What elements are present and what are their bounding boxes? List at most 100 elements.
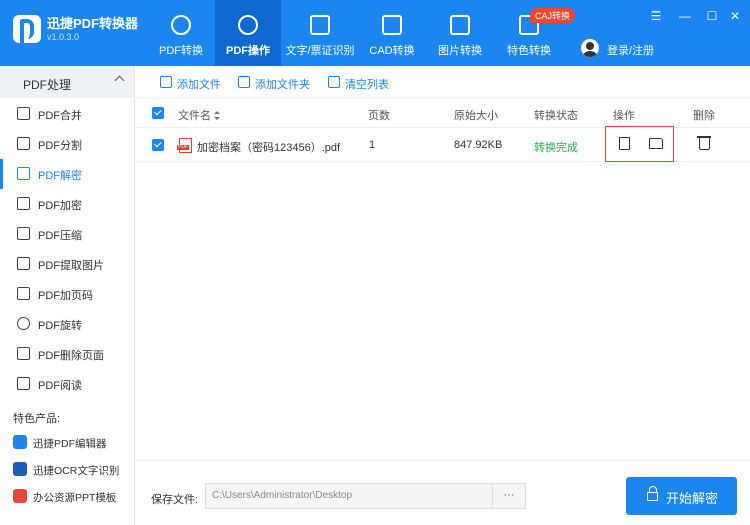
pdf-file-icon: [177, 138, 192, 153]
add-file-label: 添加文件: [177, 79, 221, 91]
sidebar-item-rotate[interactable]: PDF旋转: [0, 309, 134, 339]
row-checkbox[interactable]: [152, 139, 164, 151]
login-label: 登录/注册: [607, 45, 655, 57]
split-icon: [17, 137, 30, 150]
browse-button[interactable]: ···: [492, 483, 526, 509]
sidebar-item-compress[interactable]: PDF压缩: [0, 219, 134, 249]
product-label: 办公资源PPT模板: [33, 492, 117, 504]
product-label: 迅捷OCR文字识别: [33, 465, 120, 477]
unlock-icon: [17, 167, 30, 180]
folder-open-icon[interactable]: [649, 138, 663, 149]
tab-pdf-operate[interactable]: PDF操作: [215, 0, 281, 66]
ocr-product-icon: [13, 462, 27, 476]
table-header: 文件名 页数 原始大小 转换状态 操作 删除: [136, 98, 750, 128]
sidebar-item-label: PDF解密: [38, 170, 82, 182]
tab-label: 图片转换: [438, 45, 482, 57]
tab-pdf-convert[interactable]: PDF转换: [148, 0, 214, 66]
image-icon: [450, 15, 470, 35]
header-original-size: 原始大小: [454, 110, 498, 122]
delete-page-icon: [17, 347, 30, 360]
tab-label: PDF操作: [226, 45, 270, 57]
header-delete: 删除: [693, 110, 715, 122]
row-pages: 1: [369, 139, 376, 151]
sidebar-item-label: PDF阅读: [38, 380, 82, 392]
start-decrypt-button[interactable]: 开始解密: [626, 477, 737, 515]
caj-badge[interactable]: CAJ转换: [530, 8, 576, 23]
sidebar-item-read[interactable]: PDF阅读: [0, 369, 134, 399]
actions-highlight-box: [605, 126, 674, 162]
sidebar-item-merge[interactable]: PDF合并: [0, 99, 134, 129]
shield-icon: [17, 197, 30, 210]
clear-list-label: 清空列表: [345, 79, 389, 91]
sidebar-item-page-numbers[interactable]: PDF加页码: [0, 279, 134, 309]
ppt-template-icon: [13, 489, 27, 503]
cad-icon: [382, 15, 402, 35]
document-icon[interactable]: [619, 137, 630, 150]
header-actions: 操作: [613, 110, 635, 122]
sidebar-item-label: PDF合并: [38, 110, 82, 122]
tab-image-convert[interactable]: 图片转换: [428, 0, 492, 66]
pdf-operate-icon: [238, 15, 258, 35]
sidebar-item-decrypt[interactable]: PDF解密: [0, 159, 134, 189]
menu-icon[interactable]: ☰: [648, 8, 664, 24]
row-status: 转换完成: [534, 142, 578, 154]
sidebar-item-extract-images[interactable]: PDF提取图片: [0, 249, 134, 279]
table-row[interactable]: 加密档案（密码123456）.pdf 1 847.92KB 转换完成: [136, 126, 750, 162]
compress-icon: [17, 227, 30, 240]
sidebar-item-label: PDF旋转: [38, 320, 82, 332]
product-label: 迅捷PDF编辑器: [33, 438, 107, 450]
sidebar-group-pdf[interactable]: PDF处理: [0, 66, 134, 98]
close-icon[interactable]: ✕: [727, 8, 743, 24]
sidebar-item-label: PDF提取图片: [38, 260, 104, 272]
header-status: 转换状态: [534, 110, 578, 122]
chevron-up-icon: [114, 75, 125, 86]
add-folder-label: 添加文件夹: [255, 79, 310, 91]
tab-label: 文字/票证识别: [285, 45, 355, 57]
tab-label: 特色转换: [507, 45, 551, 57]
tab-label: CAD转换: [369, 45, 415, 57]
products-title: 特色产品:: [13, 413, 61, 425]
ocr-icon: [310, 15, 330, 35]
merge-icon: [17, 107, 30, 120]
app-logo-icon: [13, 15, 41, 43]
header-file-name-label: 文件名: [178, 110, 211, 122]
footer: 保存文件: C:\Users\Administrator\Desktop ···…: [136, 460, 750, 525]
start-decrypt-label: 开始解密: [666, 491, 719, 506]
title-bar: 迅捷PDF转换器 v1.0.3.0 PDF转换 PDF操作 文字/票证识别 CA…: [0, 0, 750, 66]
app-version: v1.0.3.0: [47, 32, 80, 42]
sidebar: PDF处理 PDF合并 PDF分割 PDF解密 PDF加密 PDF压缩 PDF提…: [0, 66, 135, 525]
sidebar-item-label: PDF加页码: [38, 290, 93, 302]
app-title: 迅捷PDF转换器: [47, 16, 139, 31]
header-file-name[interactable]: 文件名: [178, 107, 220, 123]
product-ocr[interactable]: 迅捷OCR文字识别: [0, 457, 134, 483]
sidebar-item-label: PDF压缩: [38, 230, 82, 242]
sidebar-item-encrypt[interactable]: PDF加密: [0, 189, 134, 219]
sidebar-item-label: PDF分割: [38, 140, 82, 152]
add-folder-icon: [238, 76, 250, 88]
rotate-icon: [17, 317, 30, 330]
tab-ocr[interactable]: 文字/票证识别: [284, 0, 356, 66]
avatar: [581, 39, 599, 57]
trash-icon: [328, 76, 340, 88]
book-icon: [17, 377, 30, 390]
sidebar-item-label: PDF加密: [38, 200, 82, 212]
sidebar-item-label: PDF删除页面: [38, 350, 104, 362]
tab-cad-convert[interactable]: CAD转换: [360, 0, 424, 66]
product-pdf-editor[interactable]: 迅捷PDF编辑器: [0, 430, 134, 456]
save-label: 保存文件:: [151, 494, 199, 506]
convert-icon: [171, 15, 191, 35]
sidebar-group-label: PDF处理: [23, 78, 72, 92]
minimize-icon[interactable]: —: [677, 8, 693, 24]
maximize-icon[interactable]: ☐: [704, 8, 720, 24]
delete-row-icon[interactable]: [697, 136, 711, 150]
toolbar: 添加文件 添加文件夹 清空列表: [136, 66, 750, 98]
select-all-checkbox[interactable]: [152, 107, 164, 119]
save-path-input[interactable]: C:\Users\Administrator\Desktop: [205, 483, 493, 509]
sort-icon: [214, 111, 220, 120]
sidebar-item-split[interactable]: PDF分割: [0, 129, 134, 159]
header-pages: 页数: [368, 110, 390, 122]
row-file-name: 加密档案（密码123456）.pdf: [197, 142, 341, 154]
sidebar-item-delete-pages[interactable]: PDF删除页面: [0, 339, 134, 369]
product-ppt-templates[interactable]: 办公资源PPT模板: [0, 484, 134, 510]
add-file-icon: [160, 76, 172, 88]
